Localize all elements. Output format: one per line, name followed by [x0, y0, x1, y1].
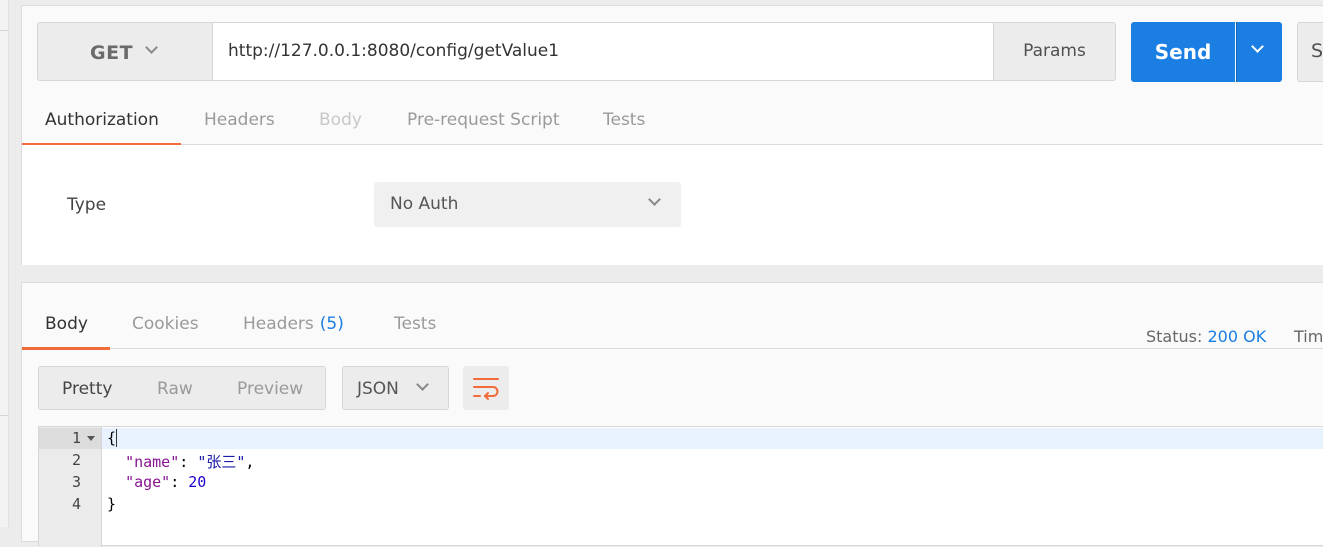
- json-key: "age": [125, 473, 171, 491]
- json-key: "name": [125, 453, 180, 471]
- send-options-button[interactable]: [1236, 22, 1282, 82]
- text-cursor: [116, 429, 117, 447]
- code-line: "age": 20: [125, 473, 207, 491]
- view-pretty-button[interactable]: Pretty: [62, 379, 112, 399]
- wrap-lines-icon: [473, 378, 499, 400]
- view-preview-button[interactable]: Preview: [237, 379, 303, 399]
- response-panel: Body Cookies Headers (5) Tests Status: 20…: [21, 282, 1323, 547]
- status-value: 200 OK: [1207, 327, 1267, 346]
- active-line-highlight: [39, 428, 1323, 449]
- time-label: Tim: [1294, 327, 1323, 346]
- line-number: 2: [71, 451, 81, 469]
- auth-type-label: Type: [67, 195, 107, 215]
- left-edge-strip: [0, 0, 9, 527]
- tab-authorization[interactable]: Authorization: [45, 100, 159, 144]
- chevron-down-icon: [416, 378, 429, 391]
- tab-response-headers-label: Headers: [243, 314, 314, 334]
- tab-pre-request-script[interactable]: Pre-request Script: [407, 100, 560, 144]
- line-number: 3: [71, 473, 81, 491]
- auth-type-select[interactable]: No Auth: [374, 182, 681, 227]
- format-select[interactable]: JSON: [342, 366, 449, 410]
- strip-divider: [0, 415, 8, 416]
- tab-response-body[interactable]: Body: [45, 303, 88, 347]
- chevron-down-icon: [145, 41, 158, 54]
- line-number: 1: [71, 429, 81, 447]
- status-label: Status:: [1146, 327, 1203, 346]
- tab-cookies[interactable]: Cookies: [132, 303, 199, 347]
- line-number: 4: [71, 495, 81, 513]
- auth-settings: Type No Auth: [22, 145, 1323, 265]
- code-line: }: [107, 495, 117, 513]
- params-button[interactable]: Params: [993, 22, 1116, 81]
- request-panel: GET http://127.0.0.1:8080/config/getValu…: [21, 5, 1323, 265]
- strip-divider: [0, 30, 8, 31]
- url-bar: GET http://127.0.0.1:8080/config/getValu…: [37, 22, 1117, 81]
- response-tabs: Body Cookies Headers (5) Tests Status: 20…: [22, 303, 1323, 350]
- view-mode-toggle: Pretty Raw Preview: [38, 366, 326, 410]
- code-line: {: [107, 429, 117, 447]
- save-button[interactable]: Sa: [1297, 22, 1323, 82]
- tab-headers[interactable]: Headers: [204, 100, 275, 144]
- save-button-label: Sa: [1311, 40, 1323, 62]
- json-string-value: "张三": [197, 453, 246, 471]
- tab-body[interactable]: Body: [319, 100, 362, 144]
- send-button[interactable]: Send: [1131, 22, 1235, 82]
- format-value: JSON: [357, 379, 399, 399]
- code-line: "name": "张三",: [125, 453, 255, 471]
- status-info: Status: 200 OK: [1146, 327, 1266, 346]
- auth-type-value: No Auth: [390, 194, 459, 214]
- view-raw-button[interactable]: Raw: [157, 379, 193, 399]
- headers-count-badge: (5): [319, 314, 344, 334]
- request-tabs: Authorization Headers Body Pre-request S…: [22, 100, 1323, 146]
- active-tab-indicator: [22, 347, 110, 350]
- url-input[interactable]: http://127.0.0.1:8080/config/getValue1: [212, 22, 994, 81]
- tab-response-tests[interactable]: Tests: [394, 303, 436, 347]
- json-number-value: 20: [188, 473, 207, 491]
- chevron-down-icon: [648, 193, 661, 206]
- tab-response-headers[interactable]: Headers (5): [243, 303, 344, 347]
- response-body-editor[interactable]: 1 2 3 4 { "name": "张三", "age": 20 }: [38, 426, 1323, 547]
- tab-tests[interactable]: Tests: [603, 100, 645, 144]
- chevron-down-icon: [1251, 40, 1264, 53]
- method-select[interactable]: GET: [37, 22, 212, 81]
- method-label: GET: [90, 42, 134, 64]
- fold-arrow-icon[interactable]: [87, 436, 95, 441]
- wrap-lines-button[interactable]: [463, 366, 509, 410]
